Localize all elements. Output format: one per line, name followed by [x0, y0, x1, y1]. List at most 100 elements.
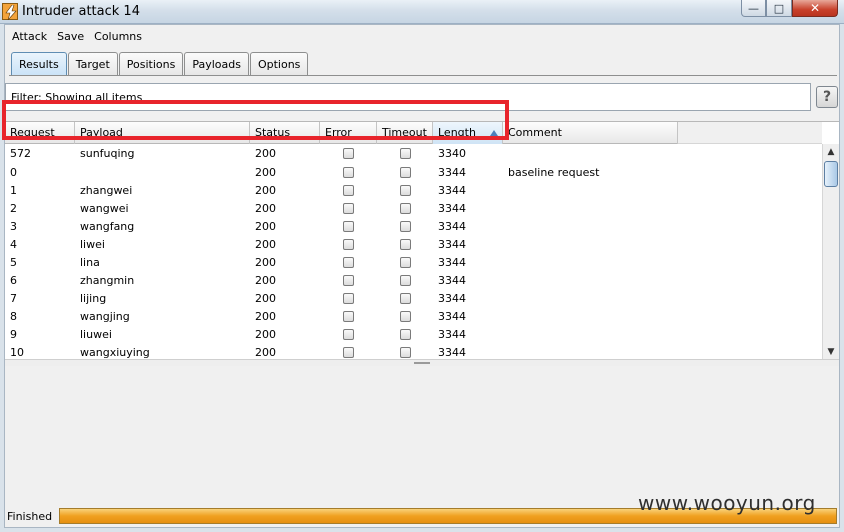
- cell-error: [320, 181, 377, 199]
- cell-timeout: [377, 163, 433, 181]
- column-header-payload[interactable]: Payload: [75, 122, 250, 144]
- cell-comment: [503, 325, 678, 343]
- table-row[interactable]: 572 sunfuqing 200 3340: [5, 144, 822, 163]
- error-checkbox: [343, 346, 354, 358]
- tab-target[interactable]: Target: [67, 52, 118, 76]
- tab-options[interactable]: Options: [249, 52, 309, 76]
- cell-request: 572: [10, 147, 31, 160]
- cell-error: [320, 253, 377, 271]
- cell-status: 200: [255, 238, 276, 251]
- cell-timeout: [377, 235, 433, 253]
- column-header-status[interactable]: Status: [250, 122, 320, 144]
- title-bar: Intruder attack 14 — □ ✕: [0, 0, 844, 24]
- table-row[interactable]: 4 liwei 200 3344: [5, 235, 822, 253]
- timeout-checkbox: [399, 328, 411, 340]
- cell-request: 3: [10, 220, 17, 233]
- column-header-error[interactable]: Error: [320, 122, 377, 144]
- cell-payload: zhangmin: [80, 274, 135, 287]
- table-row[interactable]: 6 zhangmin 200 3344: [5, 271, 822, 289]
- cell-status: 200: [255, 328, 276, 341]
- filter-bar[interactable]: Filter: Showing all items: [5, 83, 811, 111]
- table-row[interactable]: 8 wangjing 200 3344: [5, 307, 822, 325]
- tab-strip: Results Target Positions Payloads Option…: [11, 52, 309, 76]
- minimize-button[interactable]: —: [741, 0, 766, 17]
- cell-comment: baseline request: [508, 166, 600, 179]
- table-row[interactable]: 1 zhangwei 200 3344: [5, 181, 822, 199]
- table-body: 572 sunfuqing 200 3340 0 200 3344 baseline requ…: [5, 144, 822, 361]
- vertical-scrollbar[interactable]: ▲ ▼: [822, 144, 839, 360]
- burp-app-icon: [2, 3, 18, 20]
- cell-comment: [503, 271, 678, 289]
- sort-ascending-icon: [490, 130, 498, 136]
- help-button[interactable]: ?: [816, 86, 838, 108]
- cell-status: 200: [255, 202, 276, 215]
- timeout-checkbox: [399, 202, 411, 214]
- cell-error: [320, 325, 377, 343]
- column-header-timeout[interactable]: Timeout: [377, 122, 433, 144]
- tab-results[interactable]: Results: [11, 52, 67, 76]
- error-checkbox: [343, 148, 354, 159]
- menu-save[interactable]: Save: [50, 28, 87, 46]
- column-header-request[interactable]: Request: [5, 122, 75, 144]
- table-row[interactable]: 3 wangfang 200 3344: [5, 217, 822, 235]
- table-row[interactable]: 7 lijing 200 3344: [5, 289, 822, 307]
- menu-bar: Attack Save Columns: [5, 28, 145, 46]
- column-header-comment[interactable]: Comment: [503, 122, 678, 144]
- header-filler: [678, 122, 822, 144]
- cell-payload: wangfang: [80, 220, 135, 233]
- cell-comment: [503, 217, 678, 235]
- close-button[interactable]: ✕: [792, 0, 838, 17]
- cell-timeout: [377, 253, 433, 271]
- timeout-checkbox: [399, 148, 411, 159]
- cell-status: 200: [255, 166, 276, 179]
- cell-error: [320, 163, 377, 181]
- menu-attack[interactable]: Attack: [5, 28, 50, 46]
- table-row[interactable]: 5 lina 200 3344: [5, 253, 822, 271]
- timeout-checkbox: [399, 184, 411, 196]
- cell-timeout: [377, 271, 433, 289]
- cell-error: [320, 307, 377, 325]
- window-title: Intruder attack 14: [22, 4, 140, 19]
- splitter-grip-icon: [414, 362, 430, 364]
- cell-timeout: [377, 325, 433, 343]
- cell-length: 3344: [438, 274, 466, 287]
- error-checkbox: [343, 328, 354, 340]
- cell-length: 3344: [438, 238, 466, 251]
- column-header-length-label: Length: [438, 126, 476, 139]
- pane-splitter[interactable]: [5, 359, 839, 366]
- results-table: Request Payload Status Error Timeout Len…: [5, 121, 839, 361]
- scroll-up-arrow-icon[interactable]: ▲: [823, 144, 839, 160]
- cell-length: 3340: [438, 147, 466, 160]
- error-checkbox: [343, 184, 354, 196]
- cell-status: 200: [255, 256, 276, 269]
- cell-error: [320, 235, 377, 253]
- cell-comment: [503, 144, 678, 163]
- cell-comment: [503, 253, 678, 271]
- cell-status: 200: [255, 184, 276, 197]
- cell-length: 3344: [438, 328, 466, 341]
- cell-timeout: [377, 289, 433, 307]
- error-checkbox: [343, 238, 354, 250]
- tab-payloads[interactable]: Payloads: [184, 52, 249, 76]
- cell-payload: wangjing: [80, 310, 130, 323]
- cell-status: 200: [255, 220, 276, 233]
- timeout-checkbox: [399, 166, 411, 178]
- cell-length: 3344: [438, 292, 466, 305]
- cell-comment: [503, 181, 678, 199]
- cell-length: 3344: [438, 220, 466, 233]
- error-checkbox: [343, 310, 354, 322]
- error-checkbox: [343, 274, 354, 286]
- cell-timeout: [377, 217, 433, 235]
- tab-positions[interactable]: Positions: [118, 52, 184, 76]
- cell-timeout: [377, 199, 433, 217]
- scroll-thumb[interactable]: [824, 161, 838, 187]
- table-row[interactable]: 2 wangwei 200 3344: [5, 199, 822, 217]
- status-text: Finished: [7, 510, 53, 523]
- column-header-length[interactable]: Length: [433, 122, 503, 144]
- table-row[interactable]: 0 200 3344 baseline request: [5, 163, 822, 181]
- scroll-down-arrow-icon[interactable]: ▼: [823, 344, 839, 360]
- maximize-button[interactable]: □: [766, 0, 792, 17]
- cell-timeout: [377, 181, 433, 199]
- table-row[interactable]: 9 liuwei 200 3344: [5, 325, 822, 343]
- menu-columns[interactable]: Columns: [87, 28, 145, 46]
